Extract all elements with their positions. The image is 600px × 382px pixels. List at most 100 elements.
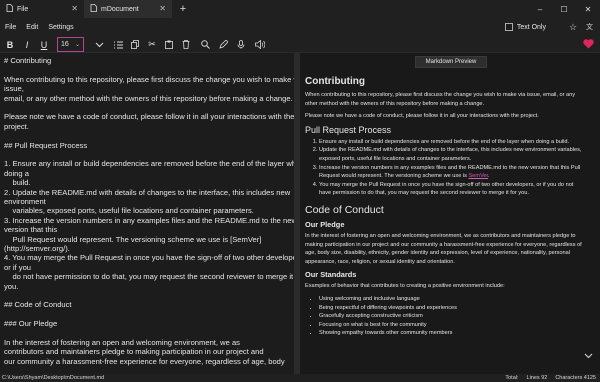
close-tab-icon[interactable]: ✕ [71, 4, 78, 13]
list-item: You may merge the Pull Request in once y… [319, 181, 587, 198]
underline-button[interactable]: U [37, 37, 51, 52]
new-tab-button[interactable]: + [172, 0, 194, 18]
toolbar: B I U 16 ⌄ ✂ [0, 36, 600, 53]
maximize-button[interactable]: ☐ [552, 0, 576, 18]
editor-line: 3. Increase the version numbers in any e… [4, 215, 294, 225]
preview-heading-code-of-conduct: Code of Conduct [305, 203, 384, 216]
editor-line: doing a [4, 168, 29, 178]
list-item: Update the README.md with details of cha… [319, 146, 587, 163]
editor-line: Please note we have a code of conduct, p… [4, 112, 294, 122]
editor-line: (http://semver.org/). [4, 244, 70, 254]
heart-icon[interactable] [583, 39, 594, 49]
font-size-select[interactable]: 16 ⌄ [57, 37, 84, 52]
editor-line: 1. Ensure any install or build dependenc… [4, 159, 294, 169]
document-icon [6, 4, 13, 14]
document-icon [90, 4, 97, 14]
menu-settings[interactable]: Settings [43, 24, 78, 31]
editor-line: issue, [4, 84, 24, 94]
star-icon[interactable]: ☆ [564, 22, 582, 33]
minimize-button[interactable]: – [528, 0, 552, 18]
editor-line: When contributing to this repository, pl… [4, 74, 294, 84]
editor-line: contributors and maintainers pledge to m… [4, 347, 264, 357]
microphone-icon[interactable] [234, 37, 248, 52]
svg-text:文: 文 [586, 22, 593, 31]
menu-bar: File Edit Settings Text Only ☆ 文 [0, 18, 600, 36]
editor-line: ## Code of Conduct [4, 300, 72, 310]
editor-line: 2. Update the README.md with details of … [4, 187, 291, 197]
close-window-button[interactable]: ✕ [576, 0, 600, 18]
editor-line: ## Pull Request Process [4, 140, 88, 150]
list-item: Gracefully accepting constructive critic… [319, 312, 587, 321]
chevron-down-icon: ⌄ [74, 42, 80, 48]
menu-file[interactable]: File [0, 24, 21, 31]
pull-request-list: Ensure any install or build dependencies… [305, 138, 587, 198]
preview-paragraph: In the interest of fostering an open and… [305, 232, 582, 265]
list-item-text: Increase the version numbers in any exam… [319, 164, 581, 180]
editor-line: 4. You may merge the Pull Request in onc… [4, 253, 294, 263]
tab-mdocument[interactable]: mDocument ✕ [84, 0, 172, 18]
preview-heading-our-standards: Our Standards [305, 270, 357, 280]
markdown-editor[interactable]: # Contributing When contributing to this … [0, 53, 294, 374]
speaker-icon[interactable] [253, 37, 267, 52]
text-only-label: Text Only [516, 23, 546, 31]
preview-content: Contributing When contributing to this r… [305, 71, 587, 341]
editor-line: build. [4, 178, 31, 188]
editor-line: you. [4, 281, 19, 291]
preview-paragraph: When contributing to this repository, pl… [305, 92, 576, 107]
italic-button[interactable]: I [20, 37, 34, 52]
title-bar: File ✕ mDocument ✕ + – ☐ ✕ [0, 0, 600, 18]
close-tab-icon[interactable]: ✕ [159, 4, 166, 13]
list-item: Focusing on what is best for the communi… [319, 321, 587, 330]
preview-paragraph: Examples of behavior that contributes to… [305, 283, 505, 290]
list-item: Ensure any install or build dependencies… [319, 138, 587, 147]
edit-icon[interactable] [216, 37, 230, 52]
editor-line: variables, exposed ports, useful file lo… [4, 206, 254, 216]
tab-file[interactable]: File ✕ [0, 0, 84, 18]
tab-label: File [17, 5, 29, 13]
editor-line: project. [4, 121, 29, 131]
editor-line: or if you [4, 262, 32, 272]
menu-right-group: Text Only ☆ 文 [504, 18, 600, 36]
status-total-label: Total: [505, 375, 519, 381]
chevron-down-icon[interactable] [582, 350, 594, 362]
copy-icon[interactable] [128, 37, 142, 52]
delete-icon[interactable] [179, 37, 193, 52]
list-item: Using welcoming and inclusive language [319, 295, 587, 304]
status-stats: Total: Lines 92 Characters 4125 [505, 374, 596, 382]
list-item: Increase the version numbers in any exam… [319, 164, 587, 181]
editor-line: Pull Request would represent. The versio… [4, 234, 262, 244]
font-size-value: 16 [61, 41, 69, 48]
translate-icon[interactable]: 文 [582, 22, 600, 33]
menu-edit[interactable]: Edit [21, 24, 43, 31]
search-icon[interactable] [198, 37, 212, 52]
list-item: Being respectful of differing viewpoints… [319, 304, 587, 313]
list-icon[interactable] [111, 37, 125, 52]
semver-link[interactable]: SemVer [468, 173, 488, 179]
preview-paragraph: Please note we have a code of conduct, p… [305, 113, 539, 120]
window-controls: – ☐ ✕ [528, 0, 600, 18]
tab-label: mDocument [101, 5, 139, 13]
editor-line: do not have permission to do that, you m… [4, 272, 294, 282]
chevron-down-icon[interactable] [92, 37, 106, 52]
preview-heading-contributing: Contributing [305, 76, 365, 87]
markdown-preview-button[interactable]: Markdown Preview [415, 56, 487, 68]
markdown-preview-pane: Markdown Preview Contributing When contr… [300, 53, 600, 374]
status-characters: Characters 4125 [555, 375, 596, 381]
preview-heading-our-pledge: Our Pledge [305, 219, 345, 229]
text-only-toggle[interactable]: Text Only [504, 23, 546, 31]
cut-icon[interactable]: ✂ [145, 37, 159, 52]
standards-list: Using welcoming and inclusive language B… [305, 295, 587, 338]
preview-heading-pull-request: Pull Request Process [305, 124, 392, 135]
list-item: Showing empathy towards other community … [319, 329, 587, 338]
bold-button[interactable]: B [3, 37, 17, 52]
status-bar: C:\Users\Shyam\Desktop\mDocument.md Tota… [0, 374, 600, 382]
editor-line: environment [4, 197, 46, 207]
editor-line: our community a harassment-free experien… [4, 356, 285, 366]
editor-line: ### Our Pledge [4, 319, 58, 329]
status-lines: Lines 92 [526, 375, 548, 381]
text-only-checkbox[interactable] [504, 23, 513, 31]
paste-icon[interactable] [162, 37, 176, 52]
